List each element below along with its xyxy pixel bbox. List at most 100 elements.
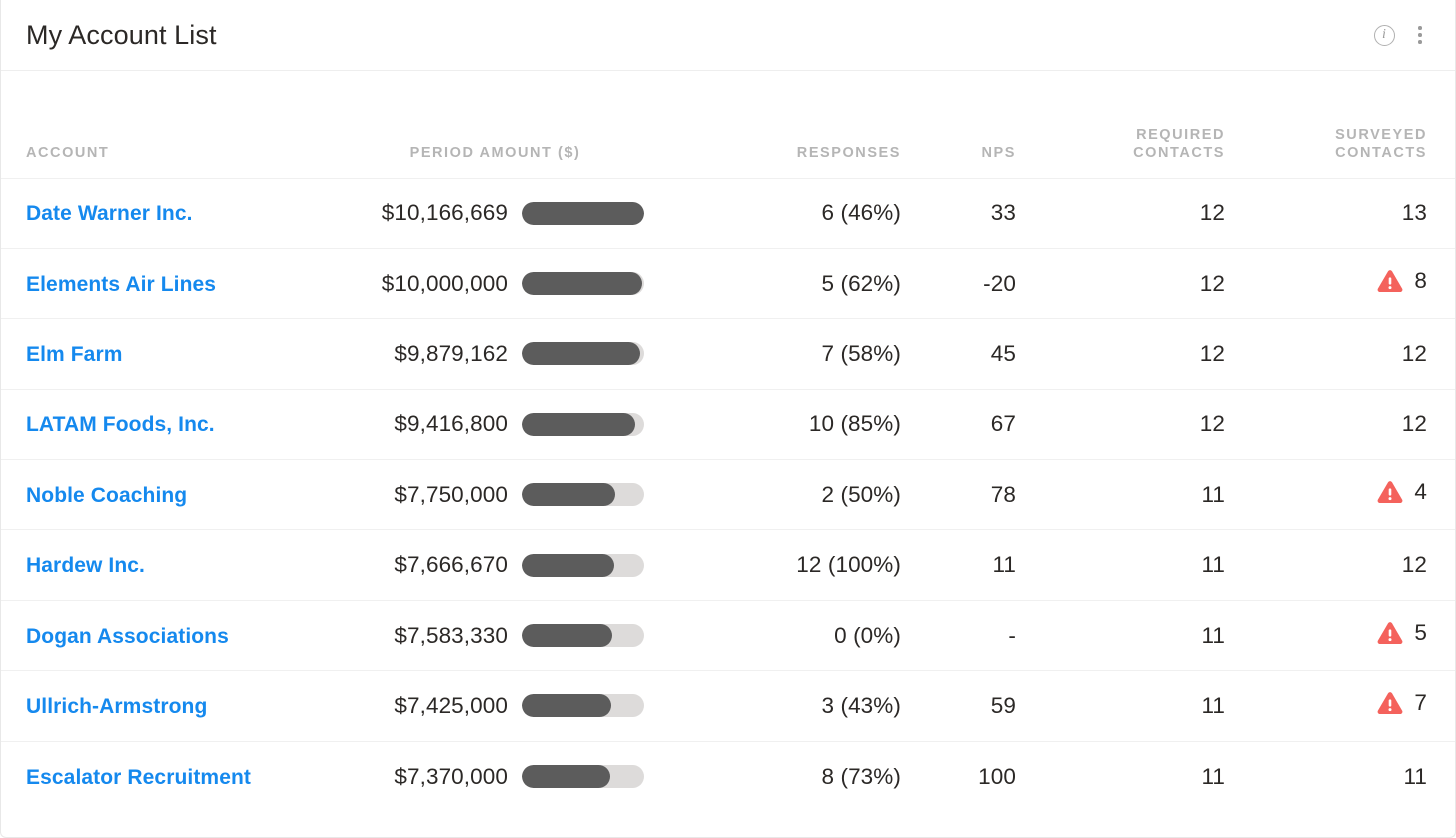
cell-required-contacts: 12 <box>1199 200 1225 226</box>
column-header-required-contacts[interactable]: REQUIRED CONTACTS <box>1036 71 1241 178</box>
cell-nps: 78 <box>990 481 1016 507</box>
cell-account: Date Warner Inc. <box>1 178 346 248</box>
table-row: Hardew Inc. $7,666,670 12 (100%) 11 11 12 <box>1 529 1455 600</box>
account-link[interactable]: Date Warner Inc. <box>26 202 193 225</box>
account-list-card: My Account List i ACCOUNT PERIOD AMOUNT … <box>0 0 1456 838</box>
surveyed-contacts-value: 5 <box>1414 620 1427 646</box>
cell-account: Dogan Associations <box>1 600 346 670</box>
surveyed-contacts-value: 8 <box>1414 268 1427 294</box>
account-link[interactable]: Elements Air Lines <box>26 273 216 296</box>
cell-responses: 12 (100%) <box>796 552 901 578</box>
cell-required-contacts: 11 <box>1201 692 1225 718</box>
cell-required-contacts: 11 <box>1201 622 1225 648</box>
cell-period-amount: $7,666,670 <box>346 530 666 600</box>
amount-with-bar: $9,879,162 <box>346 341 644 367</box>
cell-surveyed-contacts: 12 <box>1241 530 1455 600</box>
amount-bar-fill <box>522 201 644 225</box>
cell-nps: 33 <box>990 200 1016 226</box>
cell-period-amount: $7,370,000 <box>346 741 666 811</box>
warning-triangle-icon <box>1377 692 1403 715</box>
amount-value: $10,000,000 <box>381 270 508 296</box>
amount-with-bar: $7,370,000 <box>346 764 644 790</box>
amount-value: $7,425,000 <box>394 692 508 718</box>
cell-required-contacts: 11 <box>1201 763 1225 789</box>
cell-responses: 3 (43%) <box>821 692 901 718</box>
surveyed-contacts-wrap: 12 <box>1402 552 1427 578</box>
column-header-account[interactable]: ACCOUNT <box>1 71 346 178</box>
cell-required-contacts: 11 <box>1201 481 1225 507</box>
table-row: Elements Air Lines $10,000,000 5 (62%) -20 1… <box>1 248 1455 318</box>
account-link[interactable]: LATAM Foods, Inc. <box>26 413 215 436</box>
amount-bar-fill <box>522 694 612 718</box>
warning-triangle-icon <box>1377 270 1403 293</box>
cell-period-amount: $7,583,330 <box>346 600 666 670</box>
cell-period-amount: $7,750,000 <box>346 460 666 530</box>
cell-required-contacts: 12 <box>1199 270 1225 296</box>
cell-account: Ullrich-Armstrong <box>1 671 346 741</box>
amount-bar-fill <box>522 272 642 296</box>
cell-responses: 8 (73%) <box>821 763 901 789</box>
account-link[interactable]: Hardew Inc. <box>26 554 145 577</box>
cell-surveyed-contacts: 4 <box>1241 460 1455 530</box>
card-header: My Account List i <box>1 0 1455 71</box>
account-link[interactable]: Elm Farm <box>26 343 123 366</box>
amount-bar-track <box>522 201 644 225</box>
column-header-amount[interactable]: PERIOD AMOUNT ($) <box>346 71 666 178</box>
cell-surveyed-contacts: 8 <box>1241 248 1455 318</box>
amount-bar-track <box>522 694 644 718</box>
cell-nps: - <box>1008 622 1016 648</box>
amount-bar-track <box>522 483 644 507</box>
amount-bar-track <box>522 272 644 296</box>
surveyed-contacts-wrap: 12 <box>1402 411 1427 437</box>
cell-account: Hardew Inc. <box>1 530 346 600</box>
amount-bar-fill <box>522 342 641 366</box>
surveyed-contacts-value: 11 <box>1403 763 1427 789</box>
surveyed-contacts-value: 12 <box>1401 340 1427 366</box>
amount-value: $9,879,162 <box>394 340 508 366</box>
account-link[interactable]: Ullrich-Armstrong <box>26 695 207 718</box>
cell-surveyed-contacts: 11 <box>1241 741 1455 811</box>
surveyed-contacts-wrap: 8 <box>1377 268 1427 294</box>
cell-period-amount: $7,425,000 <box>346 671 666 741</box>
cell-period-amount: $10,000,000 <box>346 248 666 318</box>
column-header-surveyed-contacts[interactable]: SURVEYED CONTACTS <box>1241 71 1455 178</box>
amount-with-bar: $9,416,800 <box>346 411 644 437</box>
table-row: Elm Farm $9,879,162 7 (58%) 45 12 12 <box>1 318 1455 389</box>
amount-bar-fill <box>522 483 615 507</box>
amount-bar-track <box>522 553 644 577</box>
amount-value: $9,416,800 <box>394 411 508 437</box>
surveyed-contacts-value: 13 <box>1401 200 1427 226</box>
info-button[interactable]: i <box>1371 22 1397 48</box>
column-header-responses[interactable]: RESPONSES <box>666 71 921 178</box>
card-bottom-edge <box>1 836 1455 837</box>
account-link[interactable]: Dogan Associations <box>26 625 229 648</box>
cell-account: LATAM Foods, Inc. <box>1 389 346 459</box>
surveyed-contacts-value: 7 <box>1414 690 1427 716</box>
account-link[interactable]: Escalator Recruitment <box>26 766 251 789</box>
amount-with-bar: $7,666,670 <box>346 552 644 578</box>
kebab-menu-icon <box>1410 24 1430 46</box>
amount-bar-track <box>522 624 644 648</box>
info-circle-icon: i <box>1373 24 1395 46</box>
table-row: Noble Coaching $7,750,000 2 (50%) 78 11 4 <box>1 459 1455 530</box>
account-link[interactable]: Noble Coaching <box>26 484 187 507</box>
cell-nps: 100 <box>978 763 1016 789</box>
amount-with-bar: $7,583,330 <box>346 623 644 649</box>
column-header-nps[interactable]: NPS <box>921 71 1036 178</box>
surveyed-contacts-value: 4 <box>1414 479 1427 505</box>
surveyed-contacts-value: 12 <box>1401 411 1427 437</box>
account-table: ACCOUNT PERIOD AMOUNT ($) RESPONSES NPS … <box>1 71 1455 812</box>
cell-surveyed-contacts: 12 <box>1241 319 1455 389</box>
cell-nps: 11 <box>992 552 1016 578</box>
table-header-row: ACCOUNT PERIOD AMOUNT ($) RESPONSES NPS … <box>1 71 1455 178</box>
cell-surveyed-contacts: 7 <box>1241 671 1455 741</box>
amount-value: $7,370,000 <box>394 763 508 789</box>
cell-surveyed-contacts: 5 <box>1241 600 1455 670</box>
amount-value: $7,750,000 <box>394 481 508 507</box>
table-row: Ullrich-Armstrong $7,425,000 3 (43%) 59 11 7 <box>1 670 1455 741</box>
cell-account: Noble Coaching <box>1 460 346 530</box>
cell-account: Elements Air Lines <box>1 248 346 318</box>
kebab-menu-button[interactable] <box>1407 22 1433 48</box>
amount-bar-track <box>522 412 644 436</box>
table-row: Dogan Associations $7,583,330 0 (0%) - 11 5 <box>1 600 1455 670</box>
